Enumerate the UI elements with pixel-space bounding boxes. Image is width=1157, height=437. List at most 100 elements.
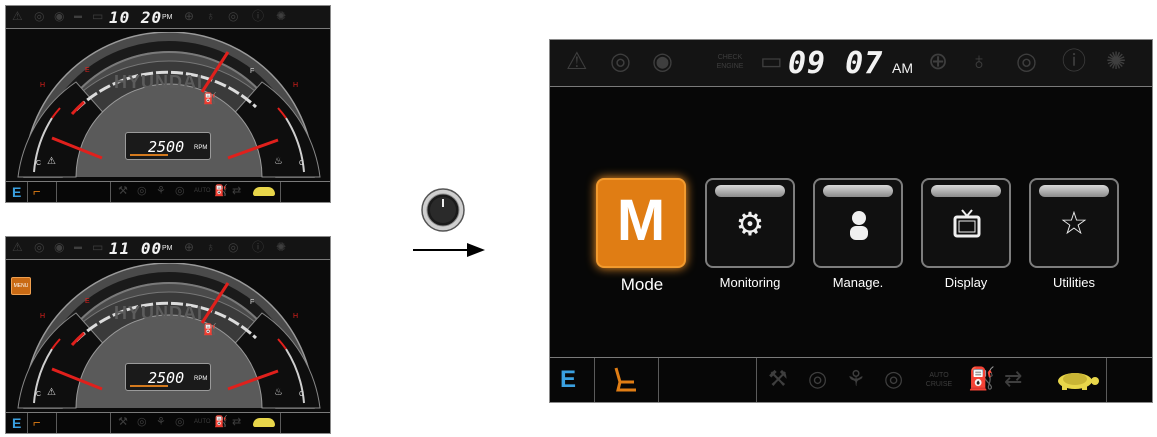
work-light-icon: ⚒	[118, 416, 128, 428]
mode-m-icon: M	[616, 188, 666, 253]
left-high-label: H	[40, 313, 46, 320]
turtle-icon	[1058, 373, 1099, 390]
mode-letter: E	[12, 184, 22, 200]
cluster-screen-bottom: ⚠ ◎ ◉ ▬ ▭ 11 00 PM ⊕ ♁ ◎ ⓘ ✺ MENU HYUNDA…	[5, 236, 331, 434]
temp-low-label: C	[299, 160, 305, 167]
battery-icon: ▭	[760, 48, 783, 75]
hydraulic-icon: ⊕	[184, 9, 195, 23]
left-low-label: C	[36, 160, 42, 167]
coolant-icon: ◉	[54, 240, 65, 254]
rpm-display: 2500 RPM	[125, 363, 211, 391]
indicator-bar: ⚠ ◎ ◉ ▬ ▭ 11 00 PM ⊕ ♁ ◎ ⓘ ✺	[6, 237, 330, 260]
clock-time: 09 07	[788, 46, 884, 81]
indicator-bar: ⚠ ◎ ◉ CHECK ENGINE ▭ 09 07 AM ⊕ ♁ ◎ ⓘ ✺	[550, 40, 1152, 87]
rpm-unit: RPM	[194, 145, 208, 151]
mode-letter: E	[560, 366, 577, 393]
brake-icon: ⓘ	[1062, 48, 1086, 75]
auto-cruise-label: AUTO CRUISE	[925, 372, 953, 388]
seat-icon: ⌐	[33, 184, 41, 199]
glow-plug-icon: ♁	[206, 240, 215, 254]
seat-icon	[614, 367, 636, 392]
fuel-high-label: F	[250, 68, 255, 75]
cluster-screen-top: ⚠ ◎ ◉ ▬ ▭ 10 20 PM ⊕ ♁ ◎ ⓘ ✺ HYUNDAI F E…	[5, 5, 331, 203]
hydraulic-icon: ⊕	[928, 48, 949, 75]
clock-time: 11 00	[109, 239, 163, 258]
wiper-icon: ⚘	[156, 416, 166, 428]
coolant-temp-icon: ♨	[274, 156, 283, 167]
warning-icon: ⚠	[12, 240, 23, 254]
fuel-warmer-icon: ◎	[175, 185, 185, 197]
fuel-high-label: F	[250, 299, 255, 306]
travel-icon: ⇄	[232, 416, 242, 428]
coolant-icon: ◉	[54, 9, 65, 23]
brake-icon: ⓘ	[252, 240, 265, 254]
preheat-icon: ✺	[1106, 48, 1127, 75]
travel-icon: ⇄	[232, 185, 242, 197]
auto-cruise-icon: AUTO	[194, 419, 211, 425]
wiper-icon: ⚘	[156, 185, 166, 197]
brand-watermark: HYUNDAI	[114, 72, 204, 92]
work-light-icon: ⚒	[118, 185, 128, 197]
hydraulic-icon: ⊕	[184, 240, 195, 254]
clock-ampm: AM	[892, 60, 913, 76]
mode-letter: E	[12, 415, 22, 431]
engine-oil-icon: ◎	[610, 48, 631, 75]
engine-oil-icon: ◎	[34, 9, 45, 23]
status-bar: E ⌐ ⚒ ◎ ⚘ ◎ AUTO ⛽ ⇄	[6, 412, 330, 433]
clock-ampm: PM	[162, 14, 173, 21]
fuel-pump-icon: ⛽	[203, 93, 217, 105]
menu-utilities-button[interactable]: ☆	[1029, 178, 1119, 268]
fuel-icon: ⛽	[968, 366, 996, 391]
check-engine-icon: ▬	[74, 11, 82, 20]
menu-display-button[interactable]	[921, 178, 1011, 268]
clock-ampm: PM	[162, 245, 173, 252]
arrow-right-icon	[413, 243, 485, 257]
jog-dial-icon[interactable]	[420, 187, 466, 233]
gear-icon: ⚙	[735, 206, 765, 242]
clock-time: 10 20	[109, 8, 163, 27]
menu-mode-button[interactable]: M	[596, 178, 686, 268]
overload-icon: ◎	[808, 366, 828, 391]
rpm-unit: RPM	[194, 376, 208, 382]
oil-level-icon: ◎	[228, 240, 239, 254]
hydraulic-temp-icon: ⚠	[47, 387, 56, 398]
check-engine-icon: ▬	[74, 242, 82, 251]
hydraulic-temp-icon: ⚠	[47, 156, 56, 167]
glow-plug-icon: ♁	[206, 9, 215, 23]
menu-monitoring-button[interactable]: ⚙	[705, 178, 795, 268]
wiper-icon: ⚘	[846, 366, 866, 391]
overload-icon: ◎	[137, 416, 147, 428]
fuel-low-label: E	[85, 67, 90, 74]
rpm-bar	[130, 385, 168, 387]
star-icon: ☆	[1059, 205, 1089, 241]
brake-icon: ⓘ	[252, 9, 265, 23]
fuel-warmer-icon: ◎	[884, 366, 904, 391]
seat-icon: ⌐	[33, 415, 41, 430]
preheat-icon: ✺	[276, 9, 287, 23]
main-menu-screen: ⚠ ◎ ◉ CHECK ENGINE ▭ 09 07 AM ⊕ ♁ ◎ ⓘ ✺ …	[549, 39, 1153, 403]
battery-icon: ▭	[92, 240, 104, 254]
left-low-label: C	[36, 391, 42, 398]
travel-icon: ⇄	[1004, 366, 1023, 391]
auto-cruise-icon: AUTO	[194, 188, 211, 194]
brand-watermark: HYUNDAI	[114, 303, 204, 323]
turtle-icon	[253, 187, 275, 196]
fuel-pump-icon: ⛽	[203, 324, 217, 336]
preheat-icon: ✺	[276, 240, 287, 254]
coolant-temp-icon: ♨	[274, 387, 283, 398]
engine-oil-icon: ◎	[34, 240, 45, 254]
fuel-icon: ⛽	[214, 416, 228, 428]
menu-utilities-label: Utilities	[1053, 275, 1095, 290]
temp-high-label: H	[293, 313, 299, 320]
menu-manage-button[interactable]	[813, 178, 903, 268]
coolant-icon: ◉	[652, 48, 673, 75]
fuel-low-label: E	[85, 298, 90, 305]
status-bar: E ⚒ ◎ ⚘ ◎ AUTO CRUISE ⛽ ⇄	[550, 357, 1152, 402]
work-light-icon: ⚒	[768, 366, 788, 391]
fuel-icon: ⛽	[214, 185, 228, 197]
overload-icon: ◎	[137, 185, 147, 197]
menu-manage-label: Manage.	[832, 275, 884, 290]
glow-plug-icon: ♁	[970, 48, 988, 75]
left-high-label: H	[40, 82, 46, 89]
tv-icon	[953, 209, 981, 238]
